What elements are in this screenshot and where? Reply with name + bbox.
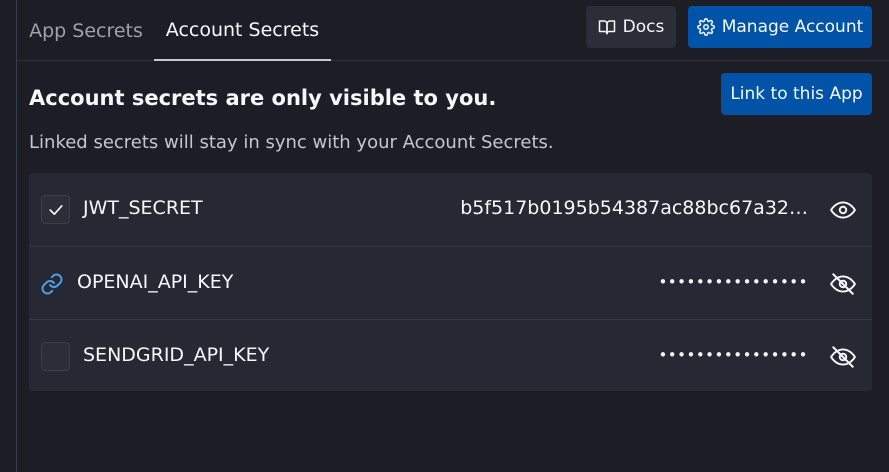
manage-account-label: Manage Account [721, 17, 864, 37]
secret-checkbox[interactable] [41, 195, 70, 224]
secrets-panel: App Secrets Account Secrets Docs Manage … [16, 0, 889, 472]
secret-name: OPENAI_API_KEY [77, 271, 234, 293]
manage-account-button[interactable]: Manage Account [688, 6, 872, 48]
secret-value: b5f517b0195b54387ac88bc67a32… [460, 197, 808, 219]
page-subtitle: Linked secrets will stay in sync with yo… [29, 132, 554, 153]
secrets-list: JWT_SECRET b5f517b0195b54387ac88bc67a32…… [29, 173, 872, 391]
tab-account-secrets[interactable]: Account Secrets [154, 0, 331, 61]
docs-button[interactable]: Docs [586, 6, 676, 48]
secret-name: JWT_SECRET [83, 197, 203, 219]
secret-checkbox[interactable] [41, 342, 70, 371]
book-icon [598, 20, 615, 35]
link-icon [41, 273, 63, 295]
list-item: OPENAI_API_KEY •••••••••••••••• [29, 246, 872, 319]
eye-off-icon[interactable] [830, 271, 856, 297]
eye-off-icon[interactable] [830, 344, 856, 370]
list-item: JWT_SECRET b5f517b0195b54387ac88bc67a32… [29, 173, 872, 246]
docs-button-label: Docs [622, 17, 665, 37]
eye-icon[interactable] [830, 197, 856, 223]
secret-value-masked: •••••••••••••••• [658, 346, 808, 364]
checkmark-icon [48, 204, 63, 215]
page-title: Account secrets are only visible to you. [29, 86, 497, 110]
gear-icon [696, 18, 715, 36]
tab-bar: App Secrets Account Secrets Docs Manage … [17, 0, 889, 61]
list-item: SENDGRID_API_KEY •••••••••••••••• [29, 319, 872, 392]
secret-value-masked: •••••••••••••••• [658, 273, 808, 291]
secret-name: SENDGRID_API_KEY [83, 344, 270, 366]
link-to-app-button[interactable]: Link to this App [721, 73, 872, 115]
tab-app-secrets[interactable]: App Secrets [17, 0, 155, 61]
